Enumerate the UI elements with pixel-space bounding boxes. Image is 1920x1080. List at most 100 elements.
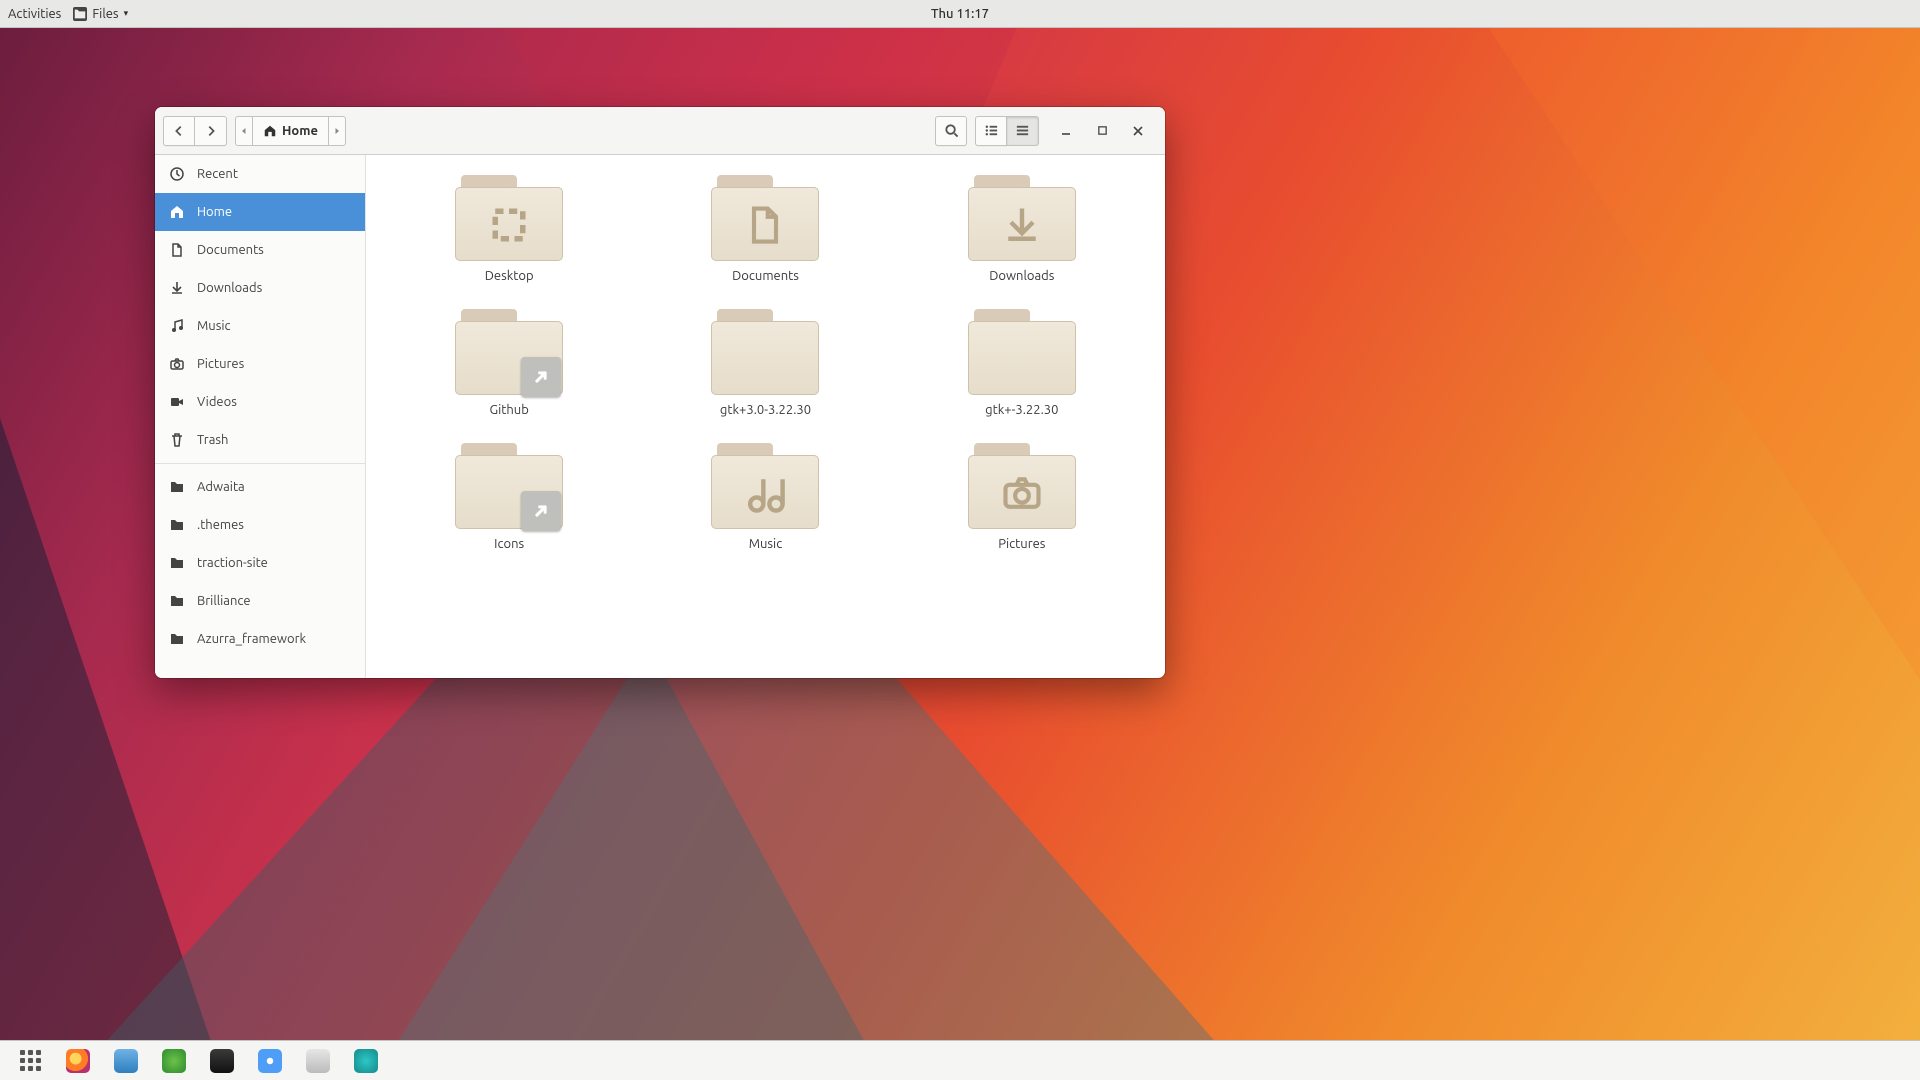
files-icon [114, 1049, 138, 1073]
folder-icon [455, 309, 563, 395]
folder-icon [968, 443, 1076, 529]
folder-item[interactable]: Documents [670, 175, 860, 283]
path-crumb-home[interactable]: Home [253, 116, 328, 146]
camera-icon [1000, 471, 1044, 515]
sidebar-item-music[interactable]: Music [155, 307, 365, 345]
boxes-icon [306, 1049, 330, 1073]
sidebar-bookmark-traction[interactable]: traction-site [155, 544, 365, 582]
sidebar-item-label: Pictures [197, 357, 244, 371]
minimize-button[interactable] [1057, 122, 1075, 140]
path-next-button[interactable] [328, 116, 346, 146]
activities-button[interactable]: Activities [8, 7, 61, 21]
header-bar: Home [155, 107, 1165, 155]
back-button[interactable] [163, 116, 195, 146]
close-button[interactable] [1129, 122, 1147, 140]
sidebar-item-label: Brilliance [197, 594, 251, 608]
folder-icon [169, 479, 185, 495]
midori-icon [162, 1049, 186, 1073]
sidebar-item-label: Adwaita [197, 480, 245, 494]
folder-item[interactable]: Icons [414, 443, 604, 551]
folder-item[interactable]: Github [414, 309, 604, 417]
search-button[interactable] [935, 116, 967, 146]
chromium-icon [258, 1049, 282, 1073]
folder-label: gtk+3.0-3.22.30 [720, 403, 811, 417]
folder-label: gtk+-3.22.30 [985, 403, 1058, 417]
folder-label: Downloads [989, 269, 1054, 283]
folder-icon [169, 555, 185, 571]
sidebar-item-downloads[interactable]: Downloads [155, 269, 365, 307]
forward-button[interactable] [195, 116, 227, 146]
maximize-button[interactable] [1093, 122, 1111, 140]
top-bar: Activities Files ▾ Thu 11:17 [0, 0, 1920, 28]
path-crumb-label: Home [282, 124, 318, 138]
app-menu-button[interactable]: Files ▾ [73, 7, 128, 21]
desktop-icon [487, 203, 531, 247]
download-icon [1000, 203, 1044, 247]
folder-label: Github [489, 403, 528, 417]
sidebar-item-pictures[interactable]: Pictures [155, 345, 365, 383]
firefox-icon [66, 1049, 90, 1073]
nav-buttons [163, 116, 227, 146]
places-sidebar: Recent Home Documents Downloads Music Pi… [155, 155, 366, 678]
folder-item[interactable]: Pictures [927, 443, 1117, 551]
dash-launcher-vm[interactable] [306, 1049, 330, 1073]
sidebar-bookmark-themes[interactable]: .themes [155, 506, 365, 544]
folder-icon [455, 443, 563, 529]
folder-item[interactable]: Desktop [414, 175, 604, 283]
clock[interactable]: Thu 11:17 [931, 7, 989, 21]
dash-launcher-terminal[interactable] [210, 1049, 234, 1073]
folder-item[interactable]: Downloads [927, 175, 1117, 283]
folder-item[interactable]: gtk+3.0-3.22.30 [670, 309, 860, 417]
doc-icon [169, 242, 185, 258]
folder-icon [711, 175, 819, 261]
dash-launcher-rhythmbox[interactable] [354, 1049, 378, 1073]
sidebar-item-label: Azurra_framework [197, 632, 306, 646]
app-menu-label: Files [92, 7, 118, 21]
dash-launcher-firefox[interactable] [66, 1049, 90, 1073]
icon-view[interactable]: Desktop Documents Downloads Github gtk+3… [366, 155, 1165, 678]
path-prev-button[interactable] [235, 116, 253, 146]
folder-label: Desktop [485, 269, 534, 283]
show-apps-button[interactable] [18, 1049, 42, 1073]
sidebar-item-recent[interactable]: Recent [155, 155, 365, 193]
search-icon [944, 123, 959, 138]
symlink-emblem-icon [521, 491, 561, 531]
view-menu-button[interactable] [1007, 116, 1039, 146]
view-list-button[interactable] [975, 116, 1007, 146]
sidebar-item-videos[interactable]: Videos [155, 383, 365, 421]
hamburger-icon [1015, 123, 1030, 138]
sidebar-separator [155, 463, 365, 464]
home-icon [263, 124, 277, 138]
folder-icon [455, 175, 563, 261]
sidebar-item-label: Recent [197, 167, 238, 181]
folder-label: Pictures [998, 537, 1045, 551]
folder-item[interactable]: gtk+-3.22.30 [927, 309, 1117, 417]
folder-icon [169, 631, 185, 647]
window-controls [1047, 122, 1157, 140]
sidebar-item-trash[interactable]: Trash [155, 421, 365, 459]
folder-icon [169, 517, 185, 533]
dash-launcher-midori[interactable] [162, 1049, 186, 1073]
doc-icon [743, 203, 787, 247]
music-icon [743, 471, 787, 515]
sidebar-item-label: traction-site [197, 556, 268, 570]
trash-icon [169, 432, 185, 448]
folder-label: Icons [494, 537, 524, 551]
folder-item[interactable]: Music [670, 443, 860, 551]
apps-grid-icon [20, 1050, 41, 1071]
dash-launcher-files[interactable] [114, 1049, 138, 1073]
folder-icon [169, 593, 185, 609]
dash-launcher-chromium[interactable] [258, 1049, 282, 1073]
sidebar-item-home[interactable]: Home [155, 193, 365, 231]
sidebar-item-label: Trash [197, 433, 228, 447]
camera-icon [169, 356, 185, 372]
sidebar-item-label: Downloads [197, 281, 262, 295]
sidebar-bookmark-adwaita[interactable]: Adwaita [155, 468, 365, 506]
clock-icon [169, 166, 185, 182]
sidebar-bookmark-brilliance[interactable]: Brilliance [155, 582, 365, 620]
sidebar-item-documents[interactable]: Documents [155, 231, 365, 269]
sidebar-bookmark-azurra[interactable]: Azurra_framework [155, 620, 365, 658]
folder-label: Music [749, 537, 783, 551]
download-icon [169, 280, 185, 296]
sidebar-item-label: Music [197, 319, 231, 333]
